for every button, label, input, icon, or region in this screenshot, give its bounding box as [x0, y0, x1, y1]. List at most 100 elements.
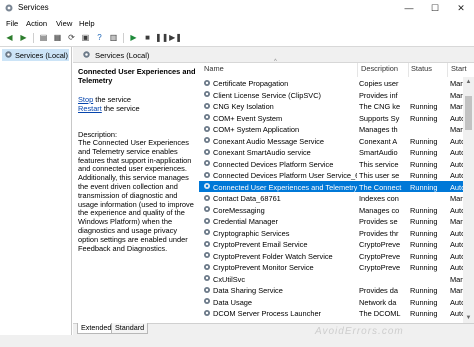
service-status: Running: [410, 171, 438, 180]
table-row[interactable]: Conexant Audio Message Service Conexant A…: [199, 135, 463, 147]
service-status: Running: [410, 309, 438, 318]
table-row[interactable]: CNG Key Isolation The CNG ke Running Man: [199, 100, 463, 112]
service-name: Connected Devices Platform User Service_…: [213, 171, 357, 180]
table-row[interactable]: Connected Devices Platform User Service_…: [199, 169, 463, 181]
service-description: Supports Sy: [359, 113, 400, 123]
table-row[interactable]: Conexant SmartAudio service SmartAudio Run…: [199, 146, 463, 158]
toolbar-separator: [33, 33, 34, 43]
table-row[interactable]: Certificate Propagation Copies user Man: [199, 77, 463, 89]
scroll-down-icon[interactable]: ▼: [463, 313, 474, 323]
service-startup-type: Man: [450, 274, 463, 284]
table-row[interactable]: CxUtilSvc Man: [199, 273, 463, 285]
pause-service-icon[interactable]: ❚❚: [155, 31, 168, 44]
service-startup-type: Auto: [450, 171, 463, 180]
service-name: Connected User Experiences and Telemetry: [213, 182, 357, 192]
table-row[interactable]: CryptoPrevent Folder Watch Service Crypto…: [199, 250, 463, 262]
table-row[interactable]: Data Usage Network da Running Auto: [199, 296, 463, 308]
service-status: Running: [410, 113, 438, 123]
service-gear-icon: [203, 148, 211, 155]
restart-service-icon[interactable]: ▶❚: [169, 31, 182, 44]
export-list-icon[interactable]: ▣: [79, 31, 92, 44]
table-row[interactable]: Client License Service (ClipSVC) Provides…: [199, 89, 463, 101]
service-gear-icon: [203, 240, 211, 247]
table-row[interactable]: COM+ Event System Supports Sy Running Auto: [199, 112, 463, 124]
service-gear-icon: [203, 263, 211, 270]
service-startup-type: Auto: [450, 240, 463, 249]
service-name: CryptoPrevent Monitor Service: [213, 263, 314, 272]
service-name: Certificate Propagation: [213, 79, 289, 88]
service-gear-icon: [203, 205, 211, 213]
menu-file[interactable]: File: [6, 19, 18, 28]
start-service-icon[interactable]: ▶: [127, 31, 140, 44]
service-description: Provides da: [359, 286, 399, 295]
service-gear-icon: [203, 194, 211, 201]
table-row[interactable]: Data Sharing Service Provides da Running Ma…: [199, 284, 463, 296]
service-gear-icon: [203, 102, 211, 109]
minimize-button[interactable]: —: [396, 0, 422, 17]
service-gear-icon: [203, 182, 211, 190]
service-description: CryptoPreve: [359, 240, 401, 249]
service-gear-icon: [203, 79, 211, 86]
table-row[interactable]: Cryptographic Services Provides thr Runnin…: [199, 227, 463, 239]
menu-action[interactable]: Action: [26, 19, 47, 28]
table-row[interactable]: DCOM Server Process Launcher The DCOML Run…: [199, 307, 463, 319]
table-row[interactable]: Contact Data_68761 Indexes con Man: [199, 192, 463, 204]
scroll-thumb[interactable]: [465, 96, 472, 130]
forward-icon[interactable]: ▶: [17, 31, 30, 44]
menu-help[interactable]: Help: [79, 19, 95, 28]
restart-link[interactable]: Restart: [78, 104, 102, 113]
service-gear-icon: [203, 309, 211, 316]
column-header-name[interactable]: Name: [204, 64, 224, 76]
close-button[interactable]: ✕: [448, 0, 474, 17]
service-startup-type: Auto: [450, 136, 463, 146]
show-hide-icon[interactable]: ▥: [107, 31, 120, 44]
service-description: Provides thr: [359, 228, 399, 238]
service-description: This user se: [359, 171, 400, 180]
service-gear-icon: [203, 228, 211, 236]
menu-view[interactable]: View: [56, 19, 72, 28]
refresh-icon[interactable]: ⟳: [65, 31, 78, 44]
tab-extended[interactable]: Extended: [77, 323, 116, 334]
column-header-status[interactable]: Status: [411, 64, 432, 76]
table-row[interactable]: CoreMessaging Manages co Running Auto: [199, 204, 463, 216]
properties-icon[interactable]: ▦: [51, 31, 64, 44]
table-row[interactable]: Connected Devices Platform Service This s…: [199, 158, 463, 170]
console-tree-icon[interactable]: ▤: [37, 31, 50, 44]
help-icon[interactable]: ?: [93, 31, 106, 44]
service-name: COM+ System Application: [213, 125, 300, 134]
scroll-up-icon[interactable]: ▲: [463, 77, 474, 87]
service-name: CxUtilSvc: [213, 274, 246, 284]
maximize-button[interactable]: ☐: [422, 0, 448, 17]
service-startup-type: Man: [450, 125, 463, 134]
service-description: SmartAudio: [359, 148, 398, 157]
service-name: CoreMessaging: [213, 205, 265, 215]
column-separator[interactable]: [357, 63, 358, 77]
service-status: Running: [410, 159, 438, 169]
column-header-startup[interactable]: Start: [451, 64, 467, 76]
column-separator[interactable]: [408, 63, 409, 77]
service-startup-type: Auto: [450, 113, 463, 123]
service-name: Connected Devices Platform Service: [213, 159, 334, 169]
service-description: Indexes con: [359, 194, 399, 203]
service-gear-icon: [203, 217, 211, 224]
service-status: Running: [410, 263, 438, 272]
table-row[interactable]: Connected User Experiences and Telemetry…: [199, 180, 463, 192]
column-separator[interactable]: [447, 63, 448, 77]
stop-link[interactable]: Stop: [78, 95, 93, 104]
service-description: This service: [359, 159, 399, 169]
service-name: CNG Key Isolation: [213, 102, 274, 111]
service-name: DCOM Server Process Launcher: [213, 309, 322, 318]
column-header-description[interactable]: Description: [361, 64, 398, 76]
table-row[interactable]: COM+ System Application Manages th Man: [199, 123, 463, 135]
service-status: Running: [410, 251, 438, 261]
stop-service-icon[interactable]: ■: [141, 31, 154, 44]
table-row[interactable]: CryptoPrevent Monitor Service CryptoPreve…: [199, 261, 463, 273]
table-row[interactable]: Credential Manager Provides se Running Man: [199, 215, 463, 227]
service-description: CryptoPreve: [359, 263, 401, 272]
table-row[interactable]: CryptoPrevent Email Service CryptoPreve Ru…: [199, 238, 463, 250]
service-actions: Stop the service Restart the service: [78, 95, 140, 113]
tab-standard[interactable]: Standard: [111, 323, 149, 334]
pane-title: Services (Local): [95, 51, 150, 60]
back-icon[interactable]: ◀: [3, 31, 16, 44]
service-name: Cryptographic Services: [213, 228, 290, 238]
